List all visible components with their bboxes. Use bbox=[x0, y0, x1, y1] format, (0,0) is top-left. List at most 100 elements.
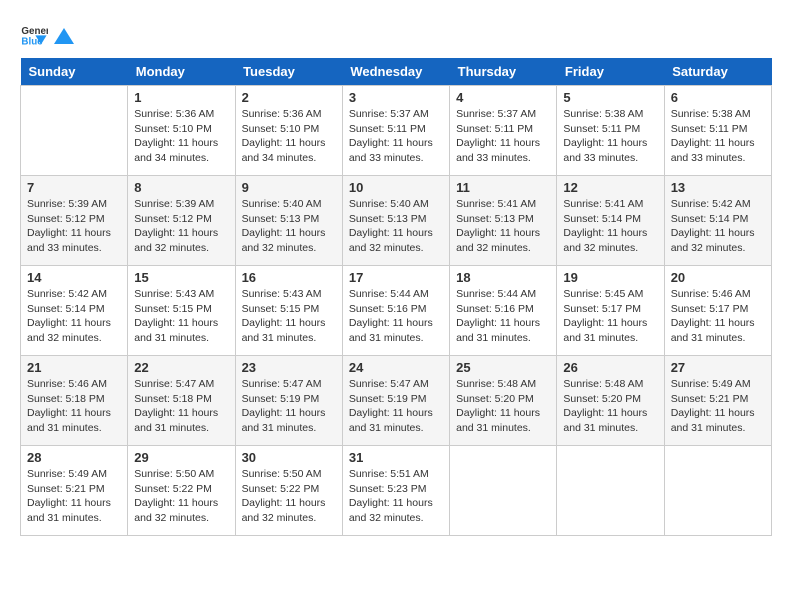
day-info: Sunrise: 5:50 AM Sunset: 5:22 PM Dayligh… bbox=[242, 467, 336, 526]
day-info: Sunrise: 5:44 AM Sunset: 5:16 PM Dayligh… bbox=[456, 287, 550, 346]
day-number: 3 bbox=[349, 90, 443, 105]
day-number: 22 bbox=[134, 360, 228, 375]
day-info: Sunrise: 5:44 AM Sunset: 5:16 PM Dayligh… bbox=[349, 287, 443, 346]
day-info: Sunrise: 5:38 AM Sunset: 5:11 PM Dayligh… bbox=[563, 107, 657, 166]
calendar-cell: 18 Sunrise: 5:44 AM Sunset: 5:16 PM Dayli… bbox=[450, 266, 557, 356]
calendar-cell: 11Sunrise: 5:41 AM Sunset: 5:13 PM Dayli… bbox=[450, 176, 557, 266]
calendar-week-3: 14 Sunrise: 5:42 AM Sunset: 5:14 PM Dayli… bbox=[21, 266, 772, 356]
day-number: 16 bbox=[242, 270, 336, 285]
calendar-cell: 20Sunrise: 5:46 AM Sunset: 5:17 PM Dayli… bbox=[664, 266, 771, 356]
day-number: 14 bbox=[27, 270, 121, 285]
calendar-cell bbox=[450, 446, 557, 536]
day-info: Sunrise: 5:48 AM Sunset: 5:20 PM Dayligh… bbox=[456, 377, 550, 436]
weekday-header-tuesday: Tuesday bbox=[235, 58, 342, 86]
calendar-cell: 29 Sunrise: 5:50 AM Sunset: 5:22 PM Dayli… bbox=[128, 446, 235, 536]
calendar-cell: 14 Sunrise: 5:42 AM Sunset: 5:14 PM Dayli… bbox=[21, 266, 128, 356]
calendar-week-5: 28Sunrise: 5:49 AM Sunset: 5:21 PM Dayli… bbox=[21, 446, 772, 536]
day-number: 2 bbox=[242, 90, 336, 105]
calendar-header: SundayMondayTuesdayWednesdayThursdayFrid… bbox=[21, 58, 772, 86]
day-number: 24 bbox=[349, 360, 443, 375]
day-info: Sunrise: 5:37 AM Sunset: 5:11 PM Dayligh… bbox=[456, 107, 550, 166]
calendar-cell: 21 Sunrise: 5:46 AM Sunset: 5:18 PM Dayli… bbox=[21, 356, 128, 446]
day-number: 29 bbox=[134, 450, 228, 465]
day-number: 19 bbox=[563, 270, 657, 285]
weekday-header-sunday: Sunday bbox=[21, 58, 128, 86]
day-info: Sunrise: 5:38 AM Sunset: 5:11 PM Dayligh… bbox=[671, 107, 765, 166]
day-info: Sunrise: 5:48 AM Sunset: 5:20 PM Dayligh… bbox=[563, 377, 657, 436]
calendar-cell: 7Sunrise: 5:39 AM Sunset: 5:12 PM Daylig… bbox=[21, 176, 128, 266]
calendar-cell: 10 Sunrise: 5:40 AM Sunset: 5:13 PM Dayli… bbox=[342, 176, 449, 266]
weekday-header-wednesday: Wednesday bbox=[342, 58, 449, 86]
weekday-header-friday: Friday bbox=[557, 58, 664, 86]
day-number: 12 bbox=[563, 180, 657, 195]
calendar-cell: 13 Sunrise: 5:42 AM Sunset: 5:14 PM Dayli… bbox=[664, 176, 771, 266]
calendar-cell bbox=[21, 86, 128, 176]
day-info: Sunrise: 5:36 AM Sunset: 5:10 PM Dayligh… bbox=[242, 107, 336, 166]
calendar-cell: 23 Sunrise: 5:47 AM Sunset: 5:19 PM Dayli… bbox=[235, 356, 342, 446]
day-number: 10 bbox=[349, 180, 443, 195]
day-number: 18 bbox=[456, 270, 550, 285]
day-info: Sunrise: 5:36 AM Sunset: 5:10 PM Dayligh… bbox=[134, 107, 228, 166]
calendar-cell: 19Sunrise: 5:45 AM Sunset: 5:17 PM Dayli… bbox=[557, 266, 664, 356]
day-info: Sunrise: 5:39 AM Sunset: 5:12 PM Dayligh… bbox=[134, 197, 228, 256]
calendar-cell: 28Sunrise: 5:49 AM Sunset: 5:21 PM Dayli… bbox=[21, 446, 128, 536]
day-number: 23 bbox=[242, 360, 336, 375]
day-number: 26 bbox=[563, 360, 657, 375]
calendar-cell bbox=[664, 446, 771, 536]
day-info: Sunrise: 5:47 AM Sunset: 5:18 PM Dayligh… bbox=[134, 377, 228, 436]
logo-triangle-icon bbox=[54, 28, 74, 44]
day-info: Sunrise: 5:42 AM Sunset: 5:14 PM Dayligh… bbox=[27, 287, 121, 346]
day-number: 8 bbox=[134, 180, 228, 195]
day-number: 31 bbox=[349, 450, 443, 465]
day-number: 13 bbox=[671, 180, 765, 195]
svg-text:Blue: Blue bbox=[21, 37, 43, 48]
calendar-cell: 3 Sunrise: 5:37 AM Sunset: 5:11 PM Daylig… bbox=[342, 86, 449, 176]
calendar-cell: 1 Sunrise: 5:36 AM Sunset: 5:10 PM Daylig… bbox=[128, 86, 235, 176]
day-number: 11 bbox=[456, 180, 550, 195]
calendar-cell bbox=[557, 446, 664, 536]
day-number: 28 bbox=[27, 450, 121, 465]
day-number: 20 bbox=[671, 270, 765, 285]
calendar-cell: 6 Sunrise: 5:38 AM Sunset: 5:11 PM Daylig… bbox=[664, 86, 771, 176]
logo: General Blue bbox=[20, 20, 74, 48]
day-number: 1 bbox=[134, 90, 228, 105]
calendar-week-2: 7 Sunrise: 5:39 AM Sunset: 5:12 PM Daylig… bbox=[21, 176, 772, 266]
weekday-header-saturday: Saturday bbox=[664, 58, 771, 86]
day-info: Sunrise: 5:40 AM Sunset: 5:13 PM Dayligh… bbox=[349, 197, 443, 256]
day-number: 6 bbox=[671, 90, 765, 105]
calendar-cell: 17Sunrise: 5:44 AM Sunset: 5:16 PM Dayli… bbox=[342, 266, 449, 356]
calendar-cell: 12 Sunrise: 5:41 AM Sunset: 5:14 PM Dayli… bbox=[557, 176, 664, 266]
day-number: 7 bbox=[27, 180, 121, 195]
day-info: Sunrise: 5:37 AM Sunset: 5:11 PM Dayligh… bbox=[349, 107, 443, 166]
logo-icon: General Blue bbox=[20, 20, 48, 48]
day-number: 9 bbox=[242, 180, 336, 195]
day-info: Sunrise: 5:43 AM Sunset: 5:15 PM Dayligh… bbox=[134, 287, 228, 346]
day-info: Sunrise: 5:42 AM Sunset: 5:14 PM Dayligh… bbox=[671, 197, 765, 256]
calendar-cell: 2 Sunrise: 5:36 AM Sunset: 5:10 PM Daylig… bbox=[235, 86, 342, 176]
calendar-cell: 27 Sunrise: 5:49 AM Sunset: 5:21 PM Dayli… bbox=[664, 356, 771, 446]
day-info: Sunrise: 5:47 AM Sunset: 5:19 PM Dayligh… bbox=[242, 377, 336, 436]
svg-text:General: General bbox=[21, 26, 48, 37]
day-number: 5 bbox=[563, 90, 657, 105]
weekday-header-monday: Monday bbox=[128, 58, 235, 86]
day-number: 25 bbox=[456, 360, 550, 375]
calendar-cell: 24 Sunrise: 5:47 AM Sunset: 5:19 PM Dayli… bbox=[342, 356, 449, 446]
day-info: Sunrise: 5:40 AM Sunset: 5:13 PM Dayligh… bbox=[242, 197, 336, 256]
day-info: Sunrise: 5:49 AM Sunset: 5:21 PM Dayligh… bbox=[671, 377, 765, 436]
day-info: Sunrise: 5:50 AM Sunset: 5:22 PM Dayligh… bbox=[134, 467, 228, 526]
calendar-cell: 15Sunrise: 5:43 AM Sunset: 5:15 PM Dayli… bbox=[128, 266, 235, 356]
day-number: 4 bbox=[456, 90, 550, 105]
day-number: 30 bbox=[242, 450, 336, 465]
day-info: Sunrise: 5:41 AM Sunset: 5:14 PM Dayligh… bbox=[563, 197, 657, 256]
calendar-cell: 25 Sunrise: 5:48 AM Sunset: 5:20 PM Dayli… bbox=[450, 356, 557, 446]
page-header: General Blue bbox=[20, 20, 772, 48]
calendar-cell: 8 Sunrise: 5:39 AM Sunset: 5:12 PM Daylig… bbox=[128, 176, 235, 266]
day-number: 21 bbox=[27, 360, 121, 375]
day-info: Sunrise: 5:46 AM Sunset: 5:18 PM Dayligh… bbox=[27, 377, 121, 436]
calendar-cell: 4 Sunrise: 5:37 AM Sunset: 5:11 PM Daylig… bbox=[450, 86, 557, 176]
day-info: Sunrise: 5:51 AM Sunset: 5:23 PM Dayligh… bbox=[349, 467, 443, 526]
calendar-cell: 5 Sunrise: 5:38 AM Sunset: 5:11 PM Daylig… bbox=[557, 86, 664, 176]
day-info: Sunrise: 5:47 AM Sunset: 5:19 PM Dayligh… bbox=[349, 377, 443, 436]
calendar-week-1: 1 Sunrise: 5:36 AM Sunset: 5:10 PM Daylig… bbox=[21, 86, 772, 176]
day-number: 27 bbox=[671, 360, 765, 375]
